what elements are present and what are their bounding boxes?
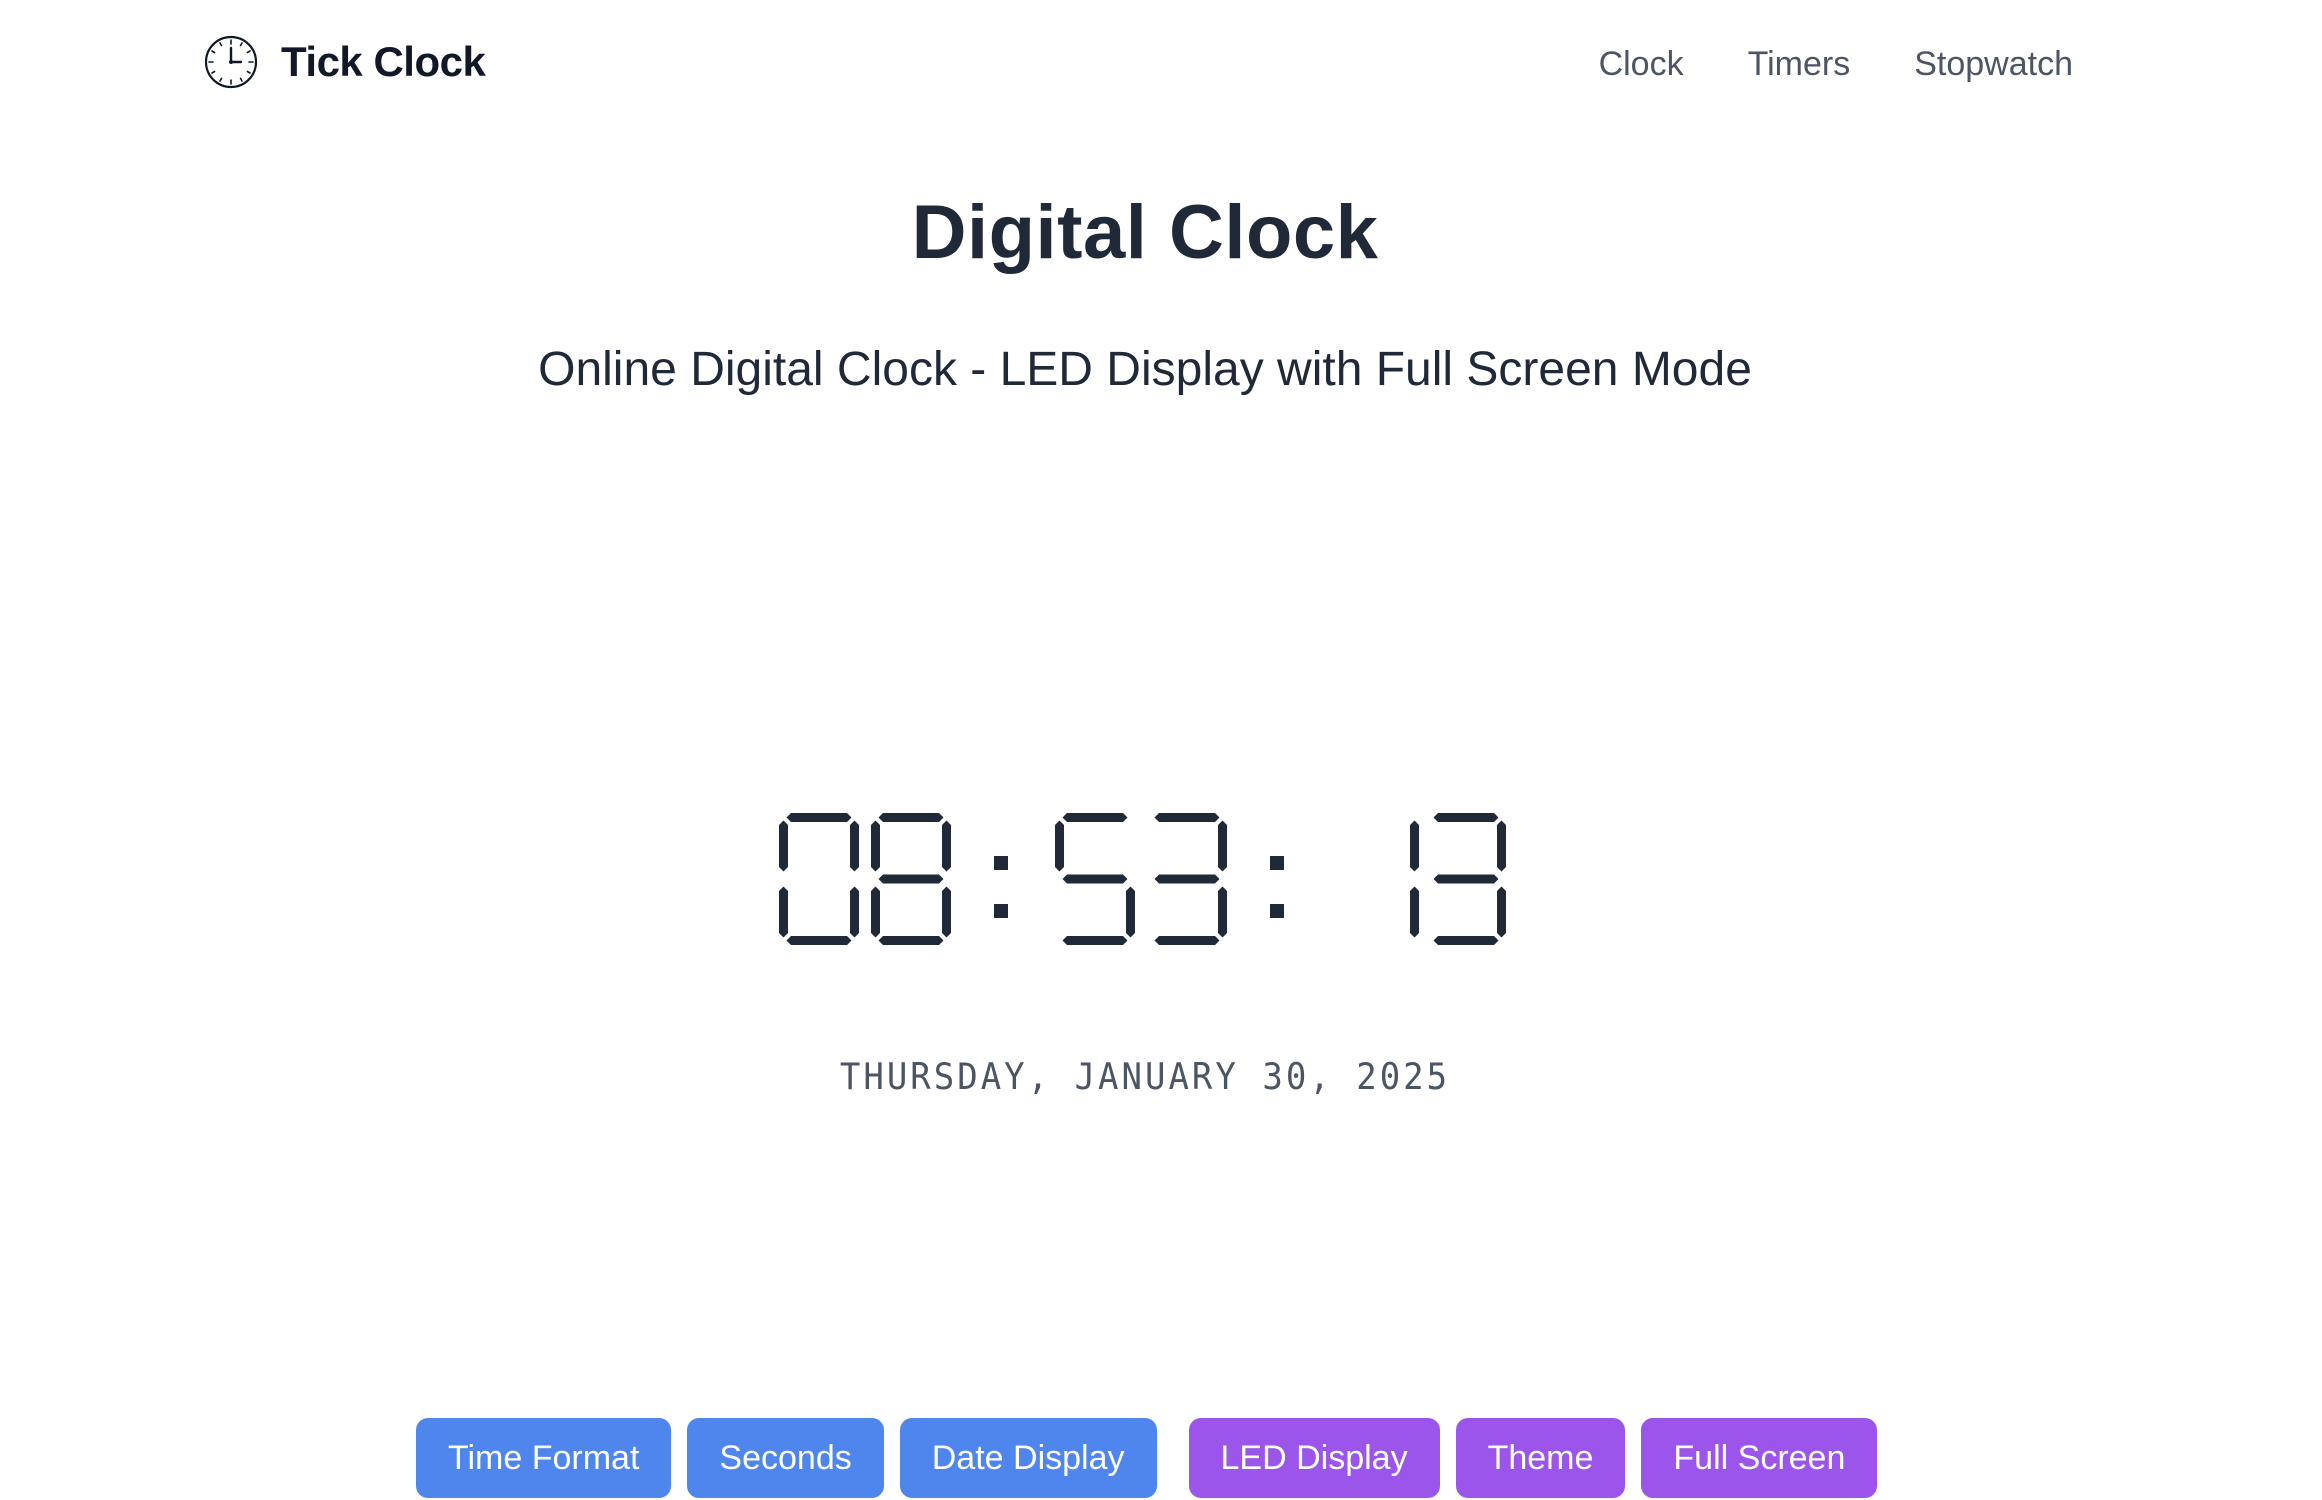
date-display-button[interactable]: Date Display <box>899 1418 1157 1498</box>
led-segment-g <box>878 874 944 884</box>
colon-separator <box>994 856 1008 918</box>
led-segment-b <box>942 820 951 872</box>
led-segment-c <box>1218 886 1227 938</box>
second-tens-digit <box>1410 820 1419 938</box>
full-screen-button[interactable]: Full Screen <box>1641 1418 1878 1498</box>
clock-icon <box>204 35 258 89</box>
current-date: THURSDAY, JANUARY 30, 2025 <box>839 1055 1451 1099</box>
hour-ones-digit <box>871 813 951 945</box>
nav-clock-link[interactable]: Clock <box>1599 40 1684 88</box>
hour-tens-digit <box>779 813 859 945</box>
led-segment-b <box>850 820 859 872</box>
led-segment-f <box>871 820 880 872</box>
led-segment-b <box>1218 820 1227 872</box>
led-segment-b <box>1497 820 1506 872</box>
nav-stopwatch-link[interactable]: Stopwatch <box>1914 40 2073 88</box>
led-segment-d <box>1433 936 1499 945</box>
clock-controls: Time Format Seconds Date Display LED Dis… <box>416 1418 1878 1498</box>
colon-dot <box>1270 904 1284 918</box>
led-segment-c <box>1126 886 1135 938</box>
led-segment-g <box>1154 874 1220 884</box>
led-segment-a <box>1154 813 1220 822</box>
digital-clock-display <box>779 812 1509 946</box>
minute-ones-digit <box>1154 813 1227 945</box>
led-segment-e <box>871 886 880 938</box>
led-segment-g <box>1062 874 1128 884</box>
led-segment-c <box>1497 886 1506 938</box>
led-segment-a <box>1433 813 1499 822</box>
colon-dot <box>994 904 1008 918</box>
theme-button[interactable]: Theme <box>1455 1418 1626 1498</box>
led-segment-a <box>1062 813 1128 822</box>
seconds-button[interactable]: Seconds <box>687 1418 884 1498</box>
time-format-button[interactable]: Time Format <box>416 1418 672 1498</box>
led-segment-c <box>1410 886 1419 938</box>
led-segment-d <box>786 936 852 945</box>
led-segment-b <box>1410 820 1419 872</box>
led-segment-a <box>878 813 944 822</box>
colon-dot <box>1270 856 1284 870</box>
colon-separator <box>1270 856 1284 918</box>
page-subtitle: Online Digital Clock - LED Display with … <box>538 343 1752 396</box>
led-segment-a <box>786 813 852 822</box>
page-title: Digital Clock <box>911 190 1379 275</box>
brand[interactable]: Tick Clock <box>203 34 486 90</box>
nav-timers-link[interactable]: Timers <box>1748 40 1851 88</box>
led-segment-c <box>942 886 951 938</box>
led-segment-g <box>1433 874 1499 884</box>
minute-tens-digit <box>1055 813 1135 945</box>
page: Tick Clock Clock Timers Stopwatch Digita… <box>0 0 2322 1500</box>
led-segment-d <box>1154 936 1220 945</box>
led-segment-d <box>878 936 944 945</box>
led-segment-e <box>779 886 788 938</box>
brand-name: Tick Clock <box>281 38 486 85</box>
led-display-button[interactable]: LED Display <box>1188 1418 1440 1498</box>
colon-dot <box>994 856 1008 870</box>
top-nav: Clock Timers Stopwatch <box>1599 40 2073 88</box>
led-segment-f <box>779 820 788 872</box>
second-ones-digit <box>1433 813 1506 945</box>
led-segment-d <box>1062 936 1128 945</box>
led-segment-f <box>1055 820 1064 872</box>
led-segment-c <box>850 886 859 938</box>
